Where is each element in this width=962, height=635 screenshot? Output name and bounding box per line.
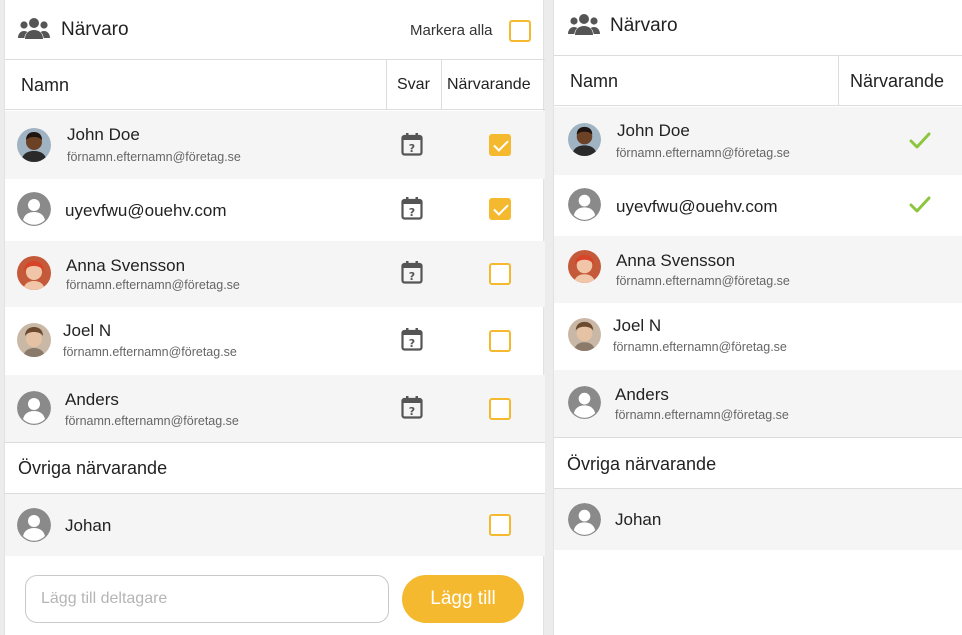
present-check-icon [909,132,931,149]
participant-email: förnamn.efternamn@företag.se [63,345,237,359]
default-user-icon [568,188,601,221]
svg-text:?: ? [409,337,415,350]
panel-title: Närvaro [61,19,129,40]
panel-title: Närvaro [610,15,678,36]
calendar-question-icon: ? [401,261,423,284]
present-checkbox[interactable] [489,514,511,536]
column-name: Namn [21,75,70,95]
others-title: Övriga närvarande [18,458,168,478]
participant-email: förnamn.efternamn@företag.se [616,146,790,160]
participant-name: Joel N [613,316,662,335]
participant-row: uyevfwu@ouehv.com [554,175,962,236]
participant-name: Anders [65,390,119,409]
participant-row: Anders förnamn.efternamn@företag.se ? [5,375,545,442]
default-user-icon [568,503,601,536]
column-header: Namn Närvarande [554,56,962,106]
svg-text:?: ? [409,206,415,219]
calendar-question-icon: ? [401,396,423,419]
column-present: Närvarande [850,71,945,91]
calendar-question-icon: ? [401,197,423,220]
participant-name: Johan [65,516,112,535]
participant-name: Joel N [63,321,112,340]
attendance-view-panel: Närvaro Namn Närvarande John Doe förnamn… [553,0,962,635]
participant-row: John Doe förnamn.efternamn@företag.se [554,107,962,175]
participant-name: Anna Svensson [616,251,736,270]
participant-row: Anna Svensson förnamn.efternamn@företag.… [5,241,545,307]
participant-email: förnamn.efternamn@företag.se [613,340,787,354]
column-header: Namn Svar Närvarande [5,60,545,110]
add-participant-button[interactable]: Lägg till [402,575,524,623]
present-checkbox[interactable] [489,134,511,156]
panel-header: Närvaro Markera alla [5,0,545,60]
participant-email: förnamn.efternamn@företag.se [67,150,241,164]
column-present: Närvarande [447,76,531,93]
svg-text:?: ? [409,142,415,155]
add-participant-input[interactable] [25,575,389,623]
present-checkbox[interactable] [489,263,511,285]
participant-name: Johan [615,510,662,529]
group-icon [568,14,600,35]
column-divider [386,60,387,110]
participant-email: förnamn.efternamn@företag.se [65,414,239,428]
others-section-header: Övriga närvarande [5,442,545,494]
others-section-header: Övriga närvarande [554,437,962,489]
mark-all-checkbox[interactable] [509,20,531,42]
participant-row: Anders förnamn.efternamn@företag.se [554,370,962,437]
other-participant-row: Johan [5,494,545,556]
panel-header: Närvaro [554,0,962,56]
avatar [17,128,51,162]
column-name: Namn [570,71,619,91]
attendance-edit-panel: Närvaro Markera alla Namn Svar Närvarand… [4,0,545,635]
participant-email: förnamn.efternamn@företag.se [616,274,790,288]
mark-all-label: Markera alla [410,22,493,39]
default-user-icon [17,391,51,425]
calendar-question-icon: ? [401,328,423,351]
svg-text:?: ? [409,405,415,418]
participant-name: uyevfwu@ouehv.com [616,197,778,216]
present-checkbox[interactable] [489,330,511,352]
other-participant-row: Johan [554,489,962,550]
present-checkbox[interactable] [489,198,511,220]
avatar [17,256,51,290]
participant-email: förnamn.efternamn@företag.se [615,408,789,422]
default-user-icon [17,508,51,542]
participant-row: Joel N förnamn.efternamn@företag.se [554,303,962,370]
group-icon [18,18,50,39]
participant-name: Anna Svensson [66,256,186,275]
avatar [568,123,601,156]
participant-name: Anders [615,385,669,404]
participant-email: förnamn.efternamn@företag.se [66,278,240,292]
participant-row: Anna Svensson förnamn.efternamn@företag.… [554,236,962,303]
participant-name: John Doe [67,125,140,144]
present-check-icon [909,196,931,213]
present-checkbox[interactable] [489,398,511,420]
svg-text:?: ? [409,270,415,283]
avatar [568,318,601,351]
avatar [17,323,51,357]
column-divider [838,56,839,106]
others-title: Övriga närvarande [567,454,717,474]
column-answer: Svar [397,76,430,93]
participant-row: Joel N förnamn.efternamn@företag.se ? [5,307,545,375]
default-user-icon [568,386,601,419]
participant-row: uyevfwu@ouehv.com ? [5,179,545,241]
avatar [568,250,601,283]
participant-name: uyevfwu@ouehv.com [65,201,227,220]
column-divider [441,60,442,110]
participant-name: John Doe [617,121,690,140]
default-user-icon [17,192,51,226]
calendar-question-icon: ? [401,133,423,156]
participant-row: John Doe förnamn.efternamn@företag.se ? [5,111,545,179]
